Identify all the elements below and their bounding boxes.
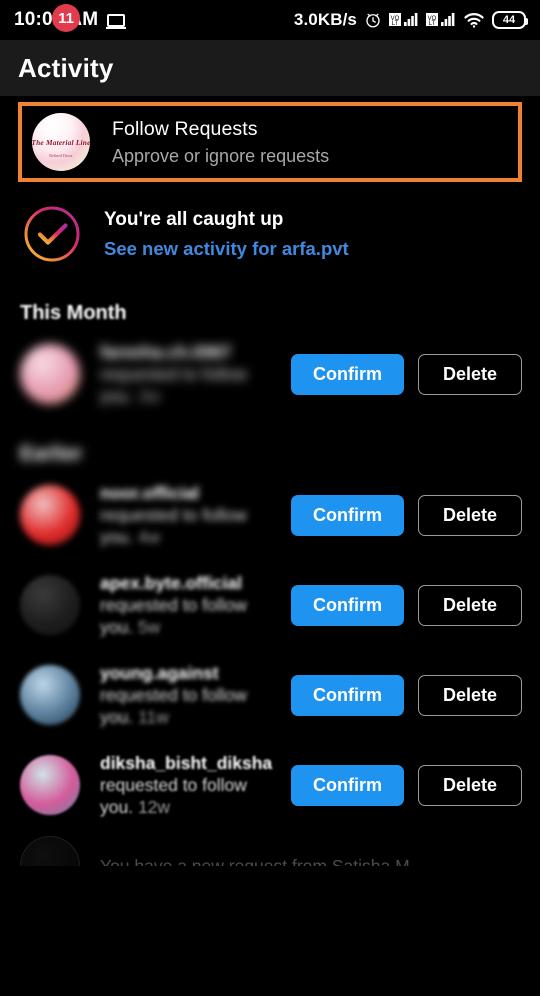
follow-requests-avatar: The Material Line Refined Decor xyxy=(32,113,90,171)
confirm-button[interactable]: Confirm xyxy=(291,584,404,626)
status-bar-right: 3.0KB/s VO LT VO LT 44 xyxy=(293,10,528,30)
follow-requests-subtitle: Approve or ignore requests xyxy=(112,145,330,166)
follow-request-row[interactable]: noor.official requested to follow you. 4… xyxy=(0,470,540,560)
sim2-signal-icon: VO LT xyxy=(426,13,455,27)
partial-bottom-row[interactable]: You have a new request from Satisha M xyxy=(0,830,540,866)
network-speed-label: 3.0KB/s xyxy=(293,10,357,29)
follow-request-action: requested to follow you. xyxy=(100,505,247,547)
follow-request-text: apex.byte.official requested to follow y… xyxy=(100,572,268,638)
status-bar: 10:02 AM 3.0KB/s VO LT VO LT 44 xyxy=(0,0,540,40)
delete-button[interactable]: Delete xyxy=(418,674,522,716)
follow-request-username[interactable]: fareeha.ch.0987 xyxy=(100,342,231,362)
avatar[interactable] xyxy=(20,485,80,545)
delete-button[interactable]: Delete xyxy=(418,353,522,395)
follow-request-actions: Confirm Delete xyxy=(291,674,522,716)
partial-row-text: You have a new request from Satisha M xyxy=(100,856,410,866)
follow-request-action: requested to follow you. xyxy=(100,364,247,406)
follow-requests-text-block: Follow Requests Approve or ignore reques… xyxy=(112,118,329,167)
follow-request-timestamp: 11w xyxy=(137,707,169,727)
svg-text:LT: LT xyxy=(392,21,399,27)
follow-request-text: fareeha.ch.0987 requested to follow you.… xyxy=(100,341,268,407)
avatar[interactable] xyxy=(20,755,80,815)
follow-request-action: requested to follow you. xyxy=(100,595,247,637)
wifi-icon xyxy=(464,13,484,28)
alarm-clock-icon xyxy=(366,13,380,28)
screencast-icon xyxy=(106,13,127,29)
follow-request-username[interactable]: young.against xyxy=(100,663,219,683)
page-title: Activity xyxy=(18,52,114,83)
follow-request-row[interactable]: fareeha.ch.0987 requested to follow you.… xyxy=(0,329,540,419)
follow-request-username[interactable]: apex.byte.official xyxy=(100,573,242,593)
follow-request-text: young.against requested to follow you. 1… xyxy=(100,662,268,728)
follow-request-action: requested to follow you. xyxy=(100,775,247,817)
app-header: Activity xyxy=(0,40,540,96)
follow-requests-count-badge: 11 xyxy=(52,4,80,32)
avatar xyxy=(20,836,80,866)
confirm-button[interactable]: Confirm xyxy=(291,353,404,395)
follow-request-actions: Confirm Delete xyxy=(291,494,522,536)
follow-requests-row[interactable]: The Material Line Refined Decor 11 Follo… xyxy=(18,4,522,182)
caught-up-text-block: You're all caught up See new activity fo… xyxy=(104,209,349,260)
phone-screen: 10:02 AM 3.0KB/s VO LT VO LT 44 Activity… xyxy=(0,0,540,996)
battery-level-label: 44 xyxy=(502,14,516,26)
follow-request-row[interactable]: apex.byte.official requested to follow y… xyxy=(0,560,540,650)
follow-request-text: noor.official requested to follow you. 4… xyxy=(100,482,268,548)
battery-indicator: 44 xyxy=(492,11,528,29)
delete-button[interactable]: Delete xyxy=(418,584,522,626)
follow-request-text: diksha_bisht_diksha requested to follow … xyxy=(100,752,272,818)
follow-request-timestamp: 4w xyxy=(137,527,161,547)
section-header: Earlier xyxy=(20,443,83,465)
confirm-button[interactable]: Confirm xyxy=(291,674,404,716)
follow-requests-highlight-wrapper: The Material Line Refined Decor 11 Follo… xyxy=(0,4,540,182)
confirm-button[interactable]: Confirm xyxy=(291,764,404,806)
follow-request-timestamp: 3w xyxy=(137,386,161,406)
caught-up-title: You're all caught up xyxy=(104,208,284,230)
caught-up-link[interactable]: See new activity for arfa.pvt xyxy=(104,238,349,260)
avatar[interactable] xyxy=(20,575,80,635)
follow-request-actions: Confirm Delete xyxy=(291,764,522,806)
follow-request-username[interactable]: diksha_bisht_diksha xyxy=(100,753,272,773)
delete-button[interactable]: Delete xyxy=(418,494,522,536)
section-header: This Month xyxy=(20,302,127,324)
avatar[interactable] xyxy=(20,665,80,725)
follow-request-timestamp: 5w xyxy=(137,617,161,637)
sim1-signal-icon: VO LT xyxy=(389,13,418,27)
svg-text:LT: LT xyxy=(429,21,436,27)
avatar-brand-sublabel: Refined Decor xyxy=(49,153,73,158)
confirm-button[interactable]: Confirm xyxy=(291,494,404,536)
follow-request-actions: Confirm Delete xyxy=(291,584,522,626)
follow-request-row[interactable]: young.against requested to follow you. 1… xyxy=(0,650,540,740)
caught-up-row[interactable]: You're all caught up See new activity fo… xyxy=(0,182,540,278)
activity-sections: This Month fareeha.ch.0987 requested to f… xyxy=(0,278,540,830)
follow-requests-title: Follow Requests xyxy=(112,117,258,140)
check-circle-gradient-icon xyxy=(24,206,80,262)
follow-request-timestamp: 12w xyxy=(137,797,171,817)
follow-request-row[interactable]: diksha_bisht_diksha requested to follow … xyxy=(0,740,540,830)
partial-bottom-row-clip: You have a new request from Satisha M xyxy=(0,830,540,866)
avatar-brand-label: The Material Line xyxy=(32,139,90,147)
avatar[interactable] xyxy=(20,344,80,404)
follow-request-action: requested to follow you. xyxy=(100,685,247,727)
follow-request-actions: Confirm Delete xyxy=(291,353,522,395)
follow-request-username[interactable]: noor.official xyxy=(100,483,199,503)
delete-button[interactable]: Delete xyxy=(418,764,522,806)
